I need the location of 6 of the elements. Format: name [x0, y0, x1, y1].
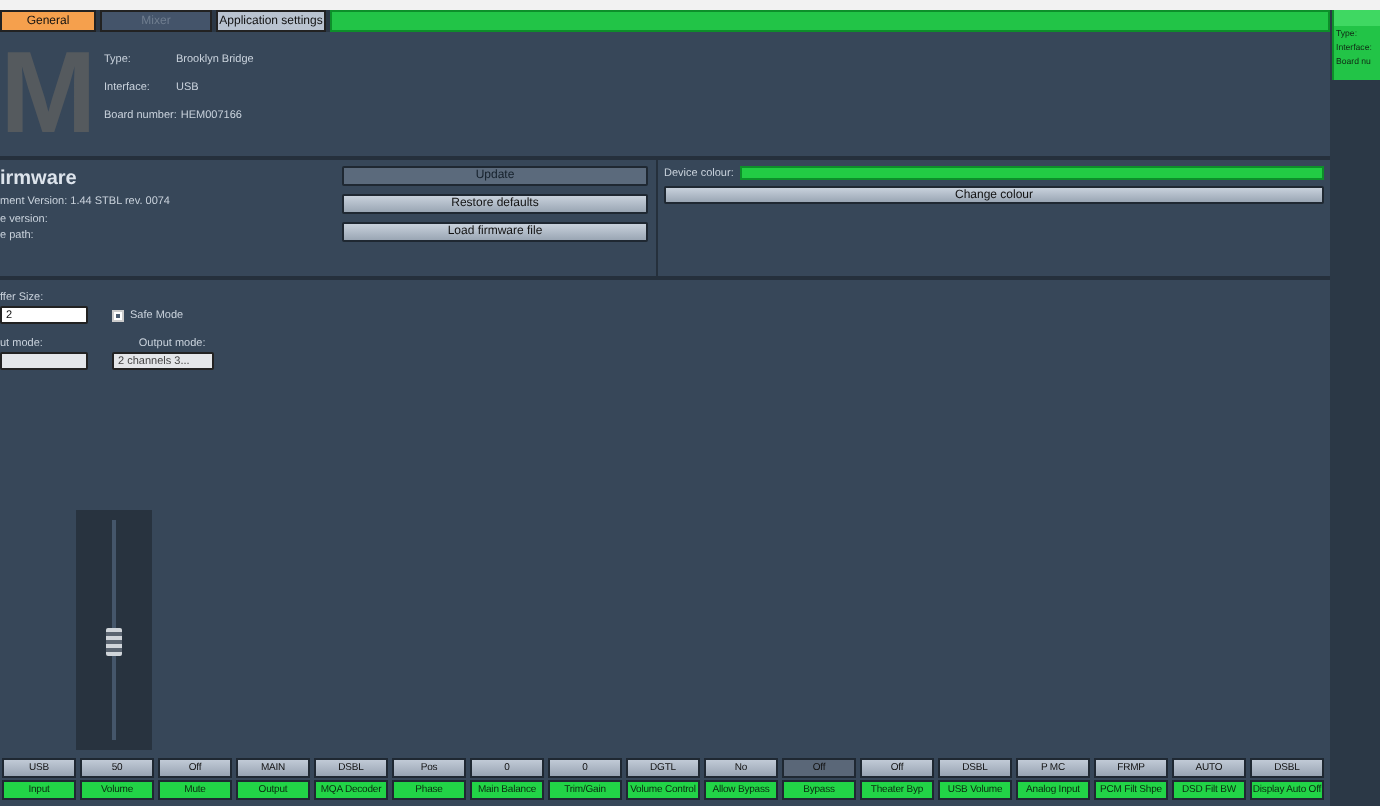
volume-slider[interactable]: [76, 510, 152, 750]
section-title: irmware: [0, 168, 79, 190]
card-header: [1334, 10, 1380, 26]
slider-thumb[interactable]: [106, 628, 122, 656]
safe-mode-checkbox[interactable]: [112, 309, 124, 321]
input-mode-dropdown[interactable]: [0, 352, 88, 370]
